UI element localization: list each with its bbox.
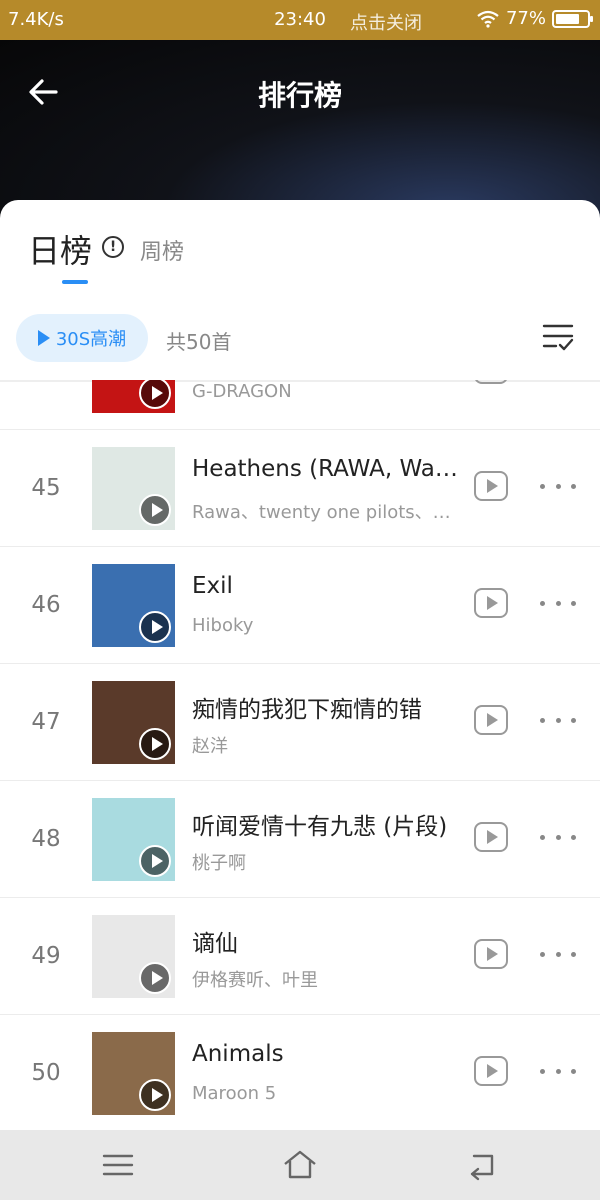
battery-text: 77% bbox=[505, 8, 546, 29]
video-icon[interactable] bbox=[474, 822, 508, 852]
play-icon bbox=[37, 330, 50, 346]
song-row[interactable]: 45 Heathens (RAWA, Wa… Rawa、twenty one pil… bbox=[0, 430, 600, 547]
album-cover[interactable] bbox=[92, 380, 175, 413]
song-row[interactable]: G-DRAGON bbox=[0, 380, 600, 430]
song-title: Exil bbox=[192, 573, 233, 599]
nav-back-icon[interactable] bbox=[464, 1148, 500, 1182]
list-toolbar: 30S高潮 共50首 bbox=[16, 314, 586, 362]
video-icon[interactable] bbox=[474, 588, 508, 618]
video-icon[interactable] bbox=[474, 705, 508, 735]
album-cover[interactable] bbox=[92, 681, 175, 764]
page-title: 排行榜 bbox=[257, 79, 342, 112]
menu-icon[interactable] bbox=[100, 1148, 136, 1182]
album-cover[interactable] bbox=[92, 915, 175, 998]
video-icon[interactable] bbox=[474, 939, 508, 969]
tab-weekly[interactable]: 周榜 bbox=[140, 234, 184, 266]
song-rank: 46 bbox=[31, 592, 61, 618]
status-right: 77% bbox=[476, 8, 593, 29]
tab-underline bbox=[62, 280, 88, 284]
more-icon[interactable] bbox=[540, 944, 576, 964]
song-artist: Maroon 5 bbox=[192, 1083, 277, 1104]
cover-play-icon[interactable] bbox=[139, 845, 171, 877]
home-icon[interactable] bbox=[282, 1148, 318, 1182]
play-highlights-button[interactable]: 30S高潮 bbox=[16, 314, 148, 362]
song-artist: 伊格赛听、叶里 bbox=[192, 970, 318, 991]
song-title: 谪仙 bbox=[192, 931, 238, 957]
song-row[interactable]: 46 Exil Hiboky bbox=[0, 547, 600, 664]
more-icon[interactable] bbox=[540, 1061, 576, 1081]
song-title: 听闻爱情十有九悲 (片段) bbox=[192, 814, 448, 840]
song-title: 痴情的我犯下痴情的错 bbox=[192, 697, 422, 723]
status-notice[interactable]: 点击关闭 bbox=[350, 9, 422, 35]
more-icon[interactable] bbox=[540, 476, 576, 496]
song-rank: 50 bbox=[31, 1060, 61, 1086]
video-icon[interactable] bbox=[474, 1056, 508, 1086]
cover-play-icon[interactable] bbox=[139, 962, 171, 994]
song-artist: 赵洋 bbox=[192, 736, 228, 757]
cover-play-icon[interactable] bbox=[139, 380, 171, 409]
song-artist: Rawa、twenty one pilots、… bbox=[192, 502, 451, 523]
song-row[interactable]: 47 痴情的我犯下痴情的错赵洋 bbox=[0, 664, 600, 781]
more-icon[interactable] bbox=[540, 593, 576, 613]
song-row[interactable]: 50 Animals Maroon 5 bbox=[0, 1015, 600, 1130]
song-artist: Hiboky bbox=[192, 615, 254, 636]
tab-bar: 日榜 ! 周榜 bbox=[28, 226, 184, 286]
play-highlights-label: 30S高潮 bbox=[55, 329, 127, 350]
cover-play-icon[interactable] bbox=[139, 611, 171, 643]
album-cover[interactable] bbox=[92, 564, 175, 647]
song-rank: 48 bbox=[31, 826, 61, 852]
song-title: Animals bbox=[192, 1041, 284, 1067]
song-rank: 45 bbox=[31, 475, 61, 501]
song-count: 共50首 bbox=[166, 330, 232, 354]
album-cover[interactable] bbox=[92, 798, 175, 881]
song-rank: 49 bbox=[31, 943, 61, 969]
status-bar: 7.4K/s 23:40 点击关闭 77% bbox=[0, 0, 600, 40]
wifi-icon bbox=[477, 10, 499, 28]
song-artist: G-DRAGON bbox=[192, 381, 292, 402]
cover-play-icon[interactable] bbox=[139, 494, 171, 526]
battery-icon bbox=[552, 9, 593, 28]
cover-play-icon[interactable] bbox=[139, 728, 171, 760]
multi-select-icon[interactable] bbox=[540, 318, 576, 354]
song-list: G-DRAGON 45 Heathens (RAWA, Wa… Rawa、twenty… bbox=[0, 380, 600, 1130]
song-row[interactable]: 48 听闻爱情十有九悲 (片段) 桃子啊 bbox=[0, 781, 600, 898]
more-icon[interactable] bbox=[540, 827, 576, 847]
song-artist: 桃子啊 bbox=[192, 853, 246, 874]
album-cover[interactable] bbox=[92, 1032, 175, 1115]
song-rank: 47 bbox=[31, 709, 61, 735]
video-icon[interactable] bbox=[474, 380, 508, 384]
tab-daily-label: 日榜 bbox=[28, 232, 93, 270]
video-icon[interactable] bbox=[474, 471, 508, 501]
tab-daily[interactable]: 日榜 bbox=[28, 226, 93, 284]
cover-play-icon[interactable] bbox=[139, 1079, 171, 1111]
info-icon[interactable]: ! bbox=[102, 236, 125, 258]
song-title: Heathens (RAWA, Wa… bbox=[192, 456, 458, 482]
navigation-bar bbox=[0, 1130, 600, 1200]
song-row[interactable]: 49 谪仙伊格赛听、叶里 bbox=[0, 898, 600, 1015]
more-icon[interactable] bbox=[540, 710, 576, 730]
album-cover[interactable] bbox=[92, 447, 175, 530]
